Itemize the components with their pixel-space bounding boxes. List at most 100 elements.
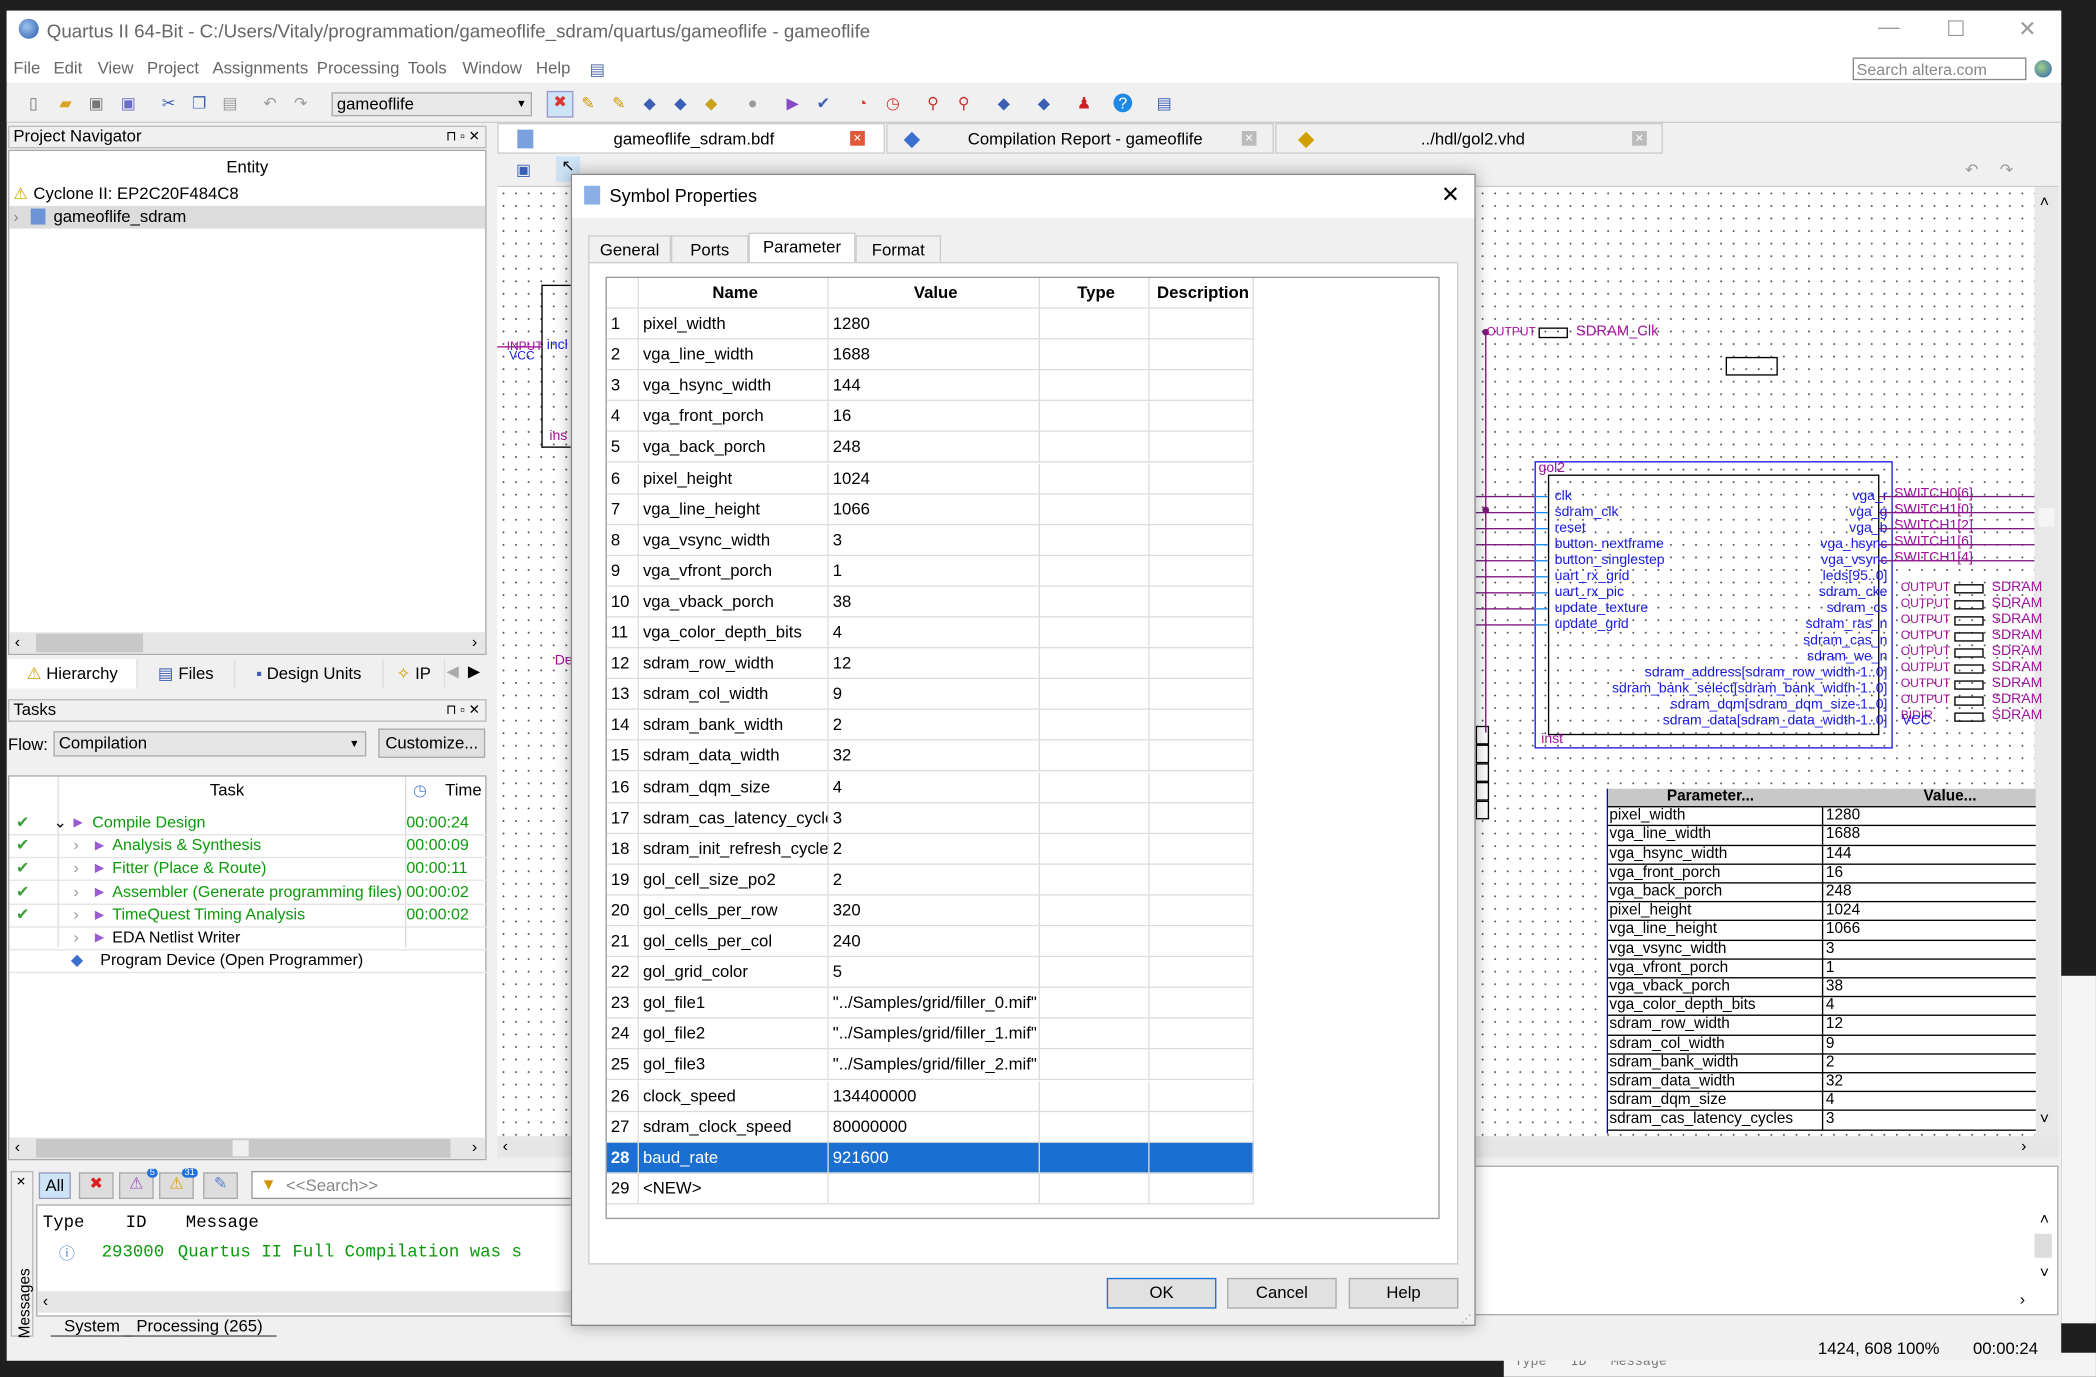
output-port[interactable]: sdram_we_n [1807, 648, 1887, 664]
task-row[interactable]: ◆ Program Device (Open Programmer) [9, 949, 487, 974]
dialog-close-button[interactable]: ✕ [1441, 182, 1460, 209]
technology-map-icon[interactable]: ⚲ [954, 94, 973, 113]
expand-chevron-icon[interactable]: › [74, 926, 79, 949]
parameter-description[interactable] [1149, 1173, 1254, 1205]
scroll-right-icon[interactable]: › [2020, 1290, 2025, 1309]
cancel-button[interactable]: Cancel [1227, 1277, 1337, 1309]
output-pin-shape[interactable] [1954, 600, 1984, 610]
parameter-value[interactable]: 248 [828, 432, 1040, 464]
parameter-description[interactable] [1149, 957, 1254, 988]
parameter-description[interactable] [1149, 864, 1254, 896]
parameter-name[interactable]: <NEW> [638, 1173, 829, 1205]
param-row[interactable]: pixel_width 1280 [1608, 807, 2036, 827]
parameter-type[interactable] [1039, 1080, 1150, 1112]
analysis-icon[interactable]: ✔ [814, 94, 833, 113]
copy-icon[interactable]: ❐ [190, 94, 209, 113]
scroll-down-icon[interactable]: ˅ [2040, 1109, 2049, 1128]
output-pin-name[interactable]: SDRAM [1992, 595, 2043, 611]
parameter-row[interactable]: 16 sdram_dqm_size 4 [606, 771, 1254, 803]
parameter-name[interactable]: sdram_init_refresh_cycles [638, 833, 829, 865]
settings-icon[interactable]: ◆ [640, 94, 659, 113]
parameter-name[interactable]: sdram_dqm_size [638, 771, 829, 803]
run-icon[interactable]: ▶ [95, 903, 104, 926]
parameter-name[interactable]: clock_speed [638, 1080, 829, 1112]
tabs-scroll-left-icon[interactable]: ◀ [446, 662, 458, 681]
task-row[interactable]: › ▶ EDA Netlist Writer [9, 926, 487, 951]
output-pin-shape[interactable] [1954, 696, 1984, 706]
parameter-name[interactable]: vga_color_depth_bits [638, 617, 829, 649]
parameter-type[interactable] [1039, 339, 1150, 371]
parameter-name[interactable]: vga_line_height [638, 494, 829, 525]
param-row[interactable]: sdram_col_width 9 [1608, 1035, 2036, 1055]
parameter-description[interactable] [1149, 524, 1254, 556]
parameter-description[interactable] [1149, 494, 1254, 525]
expand-chevron-icon[interactable]: › [74, 834, 79, 857]
parameter-type[interactable] [1039, 524, 1150, 556]
parameter-type[interactable] [1039, 1173, 1150, 1205]
parameter-name[interactable]: vga_front_porch [638, 401, 829, 433]
menu-help[interactable]: Help [536, 59, 570, 78]
parameter-value[interactable]: 4 [828, 617, 1040, 649]
scroll-right-icon[interactable]: › [472, 1138, 477, 1157]
parameter-type[interactable] [1039, 864, 1150, 896]
parameter-value[interactable]: 1280 [828, 308, 1040, 340]
parameter-row[interactable]: 24 gol_file2 "../Samples/grid/filler_1.mif… [606, 1018, 1254, 1050]
param-row[interactable]: sdram_cas_latency_cycles 3 [1608, 1111, 2036, 1131]
parameter-value[interactable]: 320 [828, 895, 1040, 927]
parameter-value[interactable] [828, 1173, 1040, 1205]
filter-errors-button[interactable]: ✖ [78, 1172, 114, 1200]
parameter-name[interactable]: gol_cells_per_row [638, 895, 829, 927]
entity-row[interactable]: › gameoflife_sdram [9, 205, 486, 229]
parameter-description[interactable] [1149, 1142, 1254, 1174]
parameter-row[interactable]: 23 gol_file1 "../Samples/grid/filler_0.mif… [606, 988, 1254, 1019]
parameter-value[interactable]: 38 [828, 586, 1040, 618]
panel-controls-icon[interactable]: ⊓ ▫ ✕ [446, 127, 480, 147]
scroll-right-icon[interactable]: › [2021, 1136, 2026, 1155]
parameter-type[interactable] [1039, 679, 1150, 711]
signaltap-icon[interactable]: ◆ [1035, 94, 1054, 113]
output-pin-name[interactable]: SDRAM [1992, 659, 2043, 675]
chip-planner-icon[interactable]: ✖ [546, 90, 574, 118]
parameter-type[interactable] [1039, 494, 1150, 525]
menu-window[interactable]: Window [462, 59, 521, 78]
param-row[interactable]: vga_back_porch 248 [1608, 883, 2036, 903]
parameter-description[interactable] [1149, 679, 1254, 711]
parameter-value[interactable]: 2 [828, 833, 1040, 865]
parameter-value[interactable]: 1066 [828, 494, 1040, 525]
parameter-value[interactable]: 3 [828, 524, 1040, 556]
output-pin-name[interactable]: SDRAM [1992, 707, 2043, 723]
parameter-type[interactable] [1039, 1142, 1150, 1174]
close-tab-icon[interactable]: ✕ [1241, 130, 1257, 146]
device-item[interactable]: Cyclone II: EP2C20F484C8 [33, 184, 238, 203]
parameter-name[interactable]: pixel_height [638, 463, 829, 494]
parameter-value[interactable]: 240 [828, 926, 1040, 958]
parameter-name[interactable]: sdram_cas_latency_cycles [638, 802, 829, 834]
parameter-row[interactable]: 15 sdram_data_width 32 [606, 741, 1254, 772]
navigator-hscrollbar[interactable]: ‹ › [9, 632, 486, 654]
parameter-type[interactable] [1039, 617, 1150, 649]
parameter-value[interactable]: "../Samples/grid/filler_2.mif" [828, 1049, 1040, 1081]
project-settings-icon[interactable]: ◆ [671, 94, 690, 113]
parameter-type[interactable] [1039, 586, 1150, 618]
output-port[interactable]: sdram_dqm[sdram_dqm_size-1..0] [1671, 696, 1888, 712]
parameter-name[interactable]: gol_file3 [638, 1049, 829, 1081]
parameter-row[interactable]: 20 gol_cells_per_row 320 [606, 895, 1254, 927]
parameter-type[interactable] [1039, 1111, 1150, 1143]
parameter-description[interactable] [1149, 648, 1254, 680]
resize-grip-icon[interactable]: ⋰ [1461, 1313, 1472, 1325]
parameter-description[interactable] [1149, 617, 1254, 649]
parameter-row[interactable]: 18 sdram_init_refresh_cycles 2 [606, 833, 1254, 865]
parameter-name[interactable]: pixel_width [638, 308, 829, 340]
tab-system[interactable]: System [50, 1317, 134, 1337]
parameter-value[interactable]: 134400000 [828, 1080, 1040, 1112]
parameter-description[interactable] [1149, 1018, 1254, 1050]
parameter-row[interactable]: 1 pixel_width 1280 [606, 308, 1254, 340]
pin-planner-icon[interactable]: ✎ [579, 94, 598, 113]
redo-icon[interactable]: ↷ [291, 94, 310, 113]
parameter-type[interactable] [1039, 1049, 1150, 1081]
param-row[interactable]: sdram_row_width 12 [1608, 1016, 2036, 1036]
parameter-name[interactable]: gol_grid_color [638, 957, 829, 988]
parameter-row[interactable]: 22 gol_grid_color 5 [606, 957, 1254, 988]
param-row[interactable]: vga_front_porch 16 [1608, 864, 2036, 884]
output-port[interactable]: sdram_cas_n [1803, 632, 1887, 648]
